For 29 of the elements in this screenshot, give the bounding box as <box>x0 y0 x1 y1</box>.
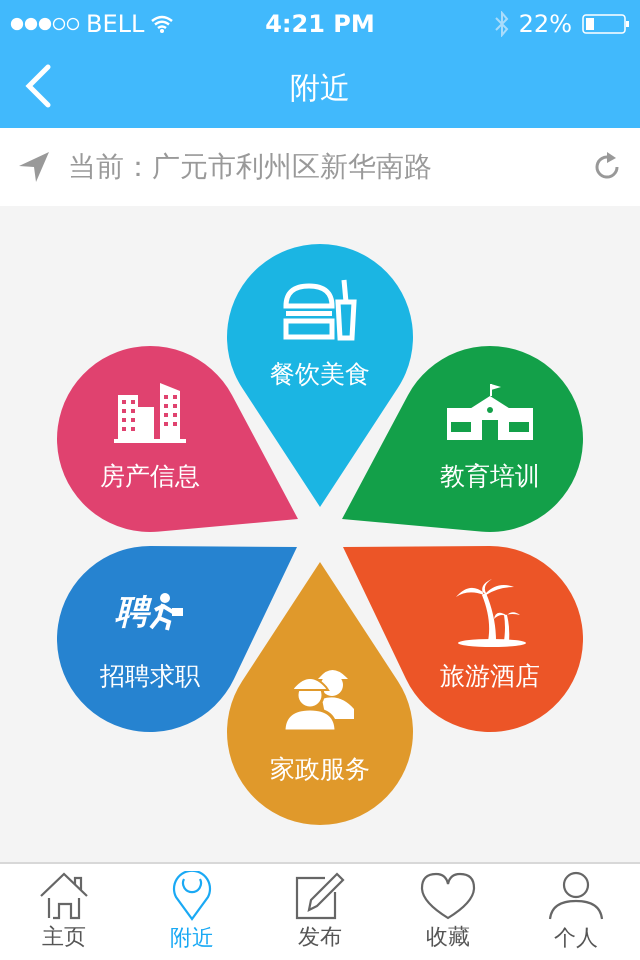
battery-percent: 22% <box>518 10 572 38</box>
signal-strength-icon <box>10 17 80 31</box>
battery-icon <box>582 14 630 34</box>
buildings-icon <box>114 381 186 443</box>
current-location: 当前：广元市利州区新华南路 <box>68 149 433 185</box>
tab-item[interactable]: 附近 <box>128 864 256 960</box>
category-label[interactable]: 旅游酒店 <box>440 660 540 692</box>
heart-icon <box>420 872 476 920</box>
tab-item[interactable]: 主页 <box>0 864 128 960</box>
person-icon <box>548 871 604 921</box>
category-label[interactable]: 招聘求职 <box>100 660 200 692</box>
category-label[interactable]: 家政服务 <box>270 752 370 786</box>
page-title: 附近 <box>290 70 350 108</box>
tab-item[interactable]: 发布 <box>256 864 384 960</box>
location-pin-icon <box>172 871 212 921</box>
wifi-icon <box>150 15 174 33</box>
bluetooth-icon <box>494 11 509 37</box>
tab-item[interactable]: 收藏 <box>384 864 512 960</box>
category-label[interactable]: 餐饮美食 <box>270 358 370 390</box>
school-building-icon <box>445 382 535 442</box>
location-arrow-icon <box>18 151 50 183</box>
category-label[interactable]: 房产信息 <box>100 460 200 492</box>
edit-note-icon <box>295 872 345 920</box>
carrier-name: BELL <box>86 10 144 38</box>
status-time: 4:21 PM <box>265 10 375 38</box>
burger-drink-icon <box>282 278 358 342</box>
tab-item[interactable]: 个人 <box>512 864 640 960</box>
category-label[interactable]: 教育培训 <box>440 460 540 492</box>
home-icon <box>39 872 89 920</box>
